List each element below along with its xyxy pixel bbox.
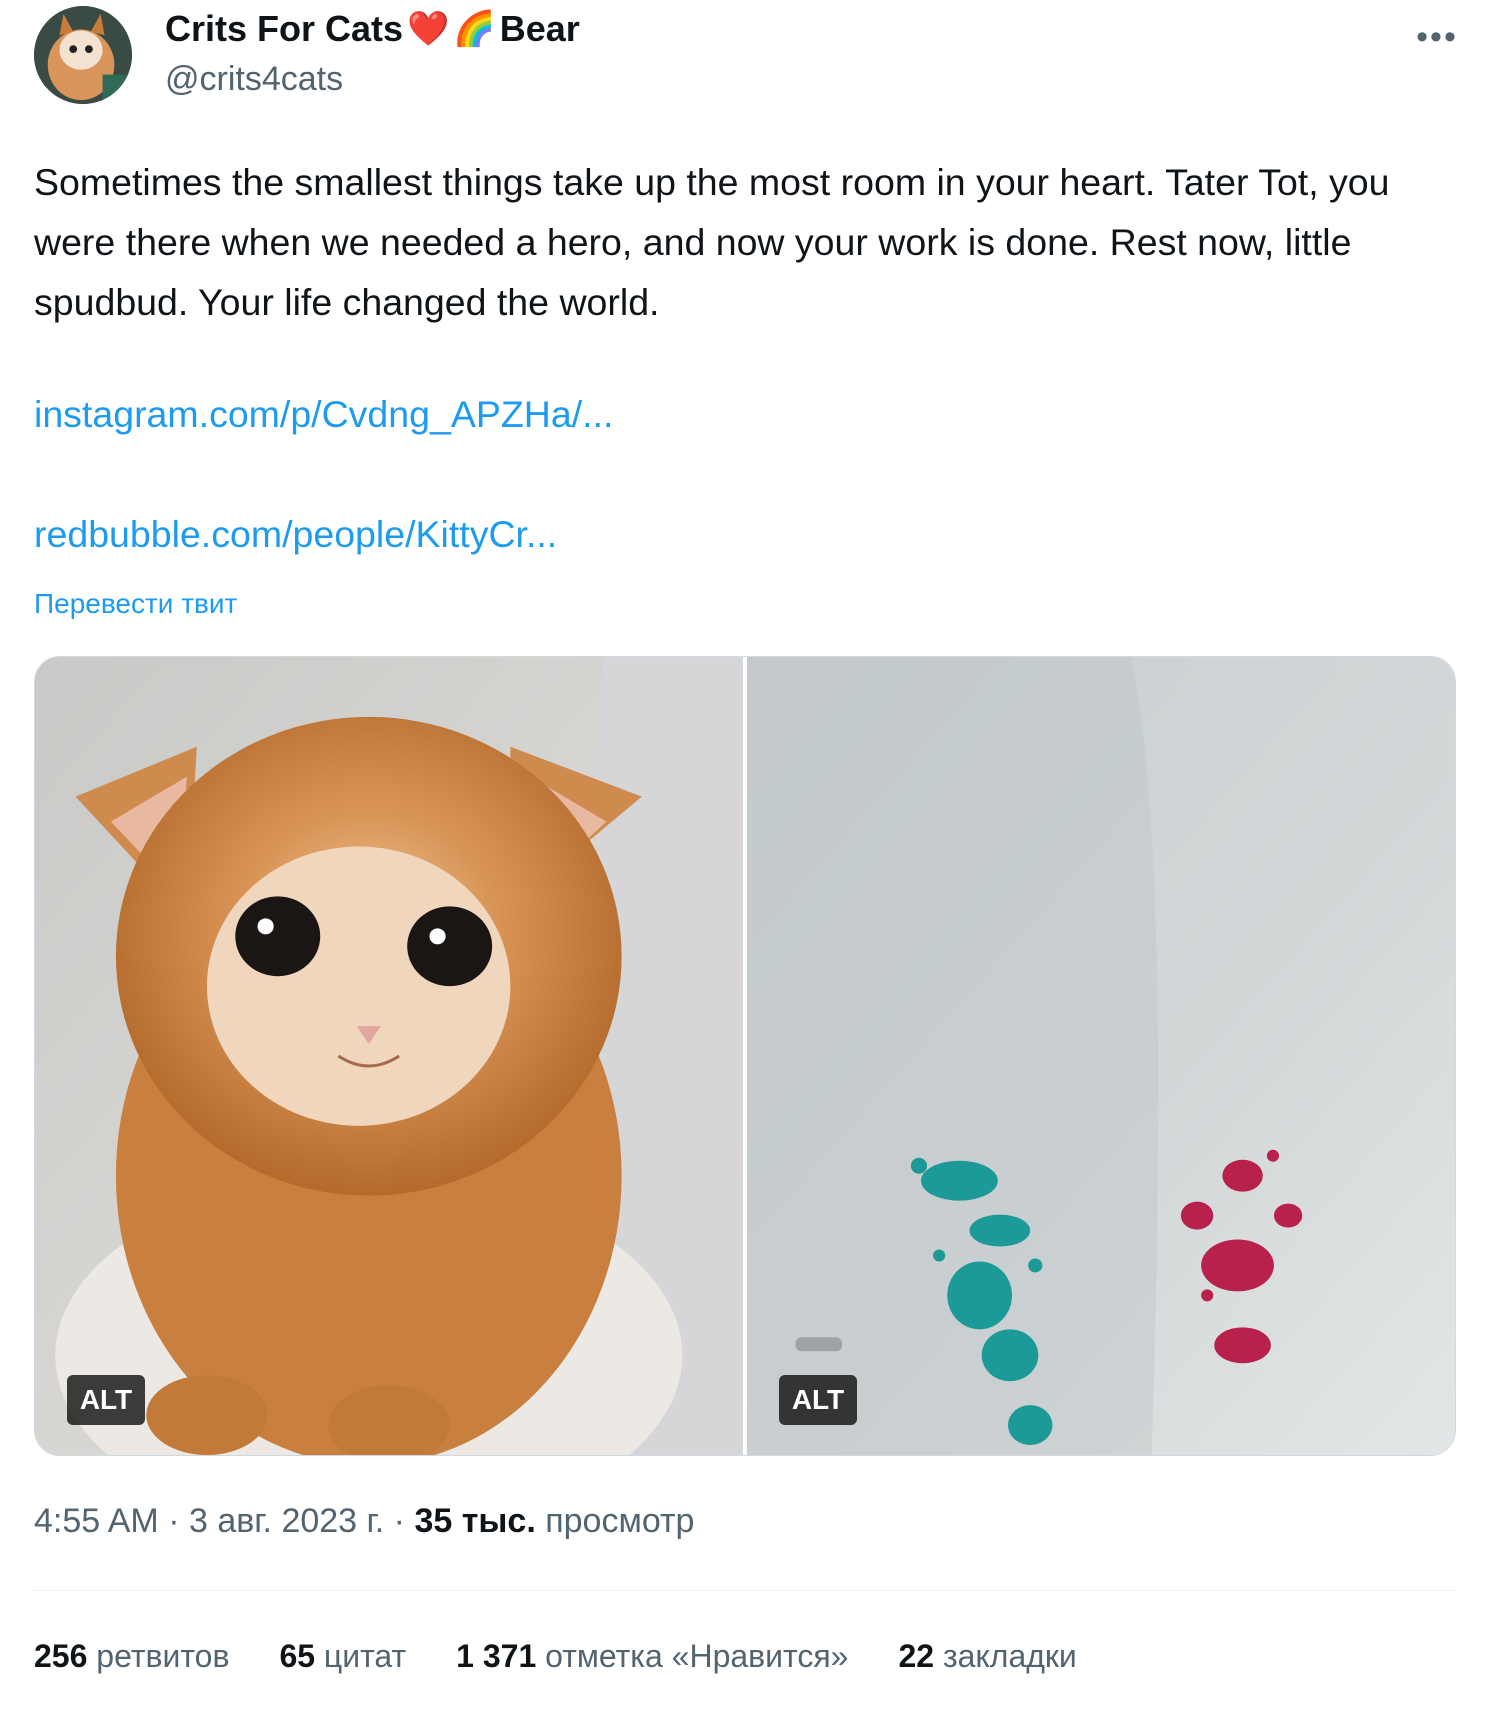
tweet-time[interactable]: 4:55 AM [34,1502,159,1540]
pawprint-photo-image [747,657,1455,1455]
bookmarks-label: закладки [942,1638,1077,1674]
redbubble-link[interactable]: redbubble.com/people/KittyCr... [34,513,557,556]
avatar-kitten-image [34,6,132,104]
views-label: просмотр [545,1502,695,1540]
tweet: Crits For Cats ❤️ 🌈 Bear @crits4cats •••… [0,0,1500,1720]
tweet-date[interactable]: 3 авг. 2023 г. [189,1502,384,1540]
heart-icon: ❤️ [407,10,450,48]
divider [34,1590,1456,1591]
engagement-stats: 256 ретвитов 65 цитат 1 371 отметка «Нра… [34,1638,1077,1675]
bookmarks-count: 22 [898,1638,935,1674]
rainbow-icon: 🌈 [453,10,496,48]
quotes-label: цитат [323,1638,407,1674]
user-handle[interactable]: @crits4cats [165,60,343,99]
avatar[interactable] [34,6,132,104]
likes-stat[interactable]: 1 371 отметка «Нравится» [456,1638,848,1675]
retweets-label: ретвитов [96,1638,230,1674]
meta-separator-2: · [384,1502,415,1540]
media-gallery: ALT ALT [34,656,1456,1456]
tweet-meta: 4:55 AM · 3 авг. 2023 г. · 35 тыс. просм… [34,1502,694,1541]
meta-separator: · [158,1502,189,1540]
instagram-link[interactable]: instagram.com/p/Cvdng_APZHa/... [34,393,613,436]
bookmarks-stat[interactable]: 22 закладки [898,1638,1076,1675]
retweets-stat[interactable]: 256 ретвитов [34,1638,229,1675]
translate-tweet-link[interactable]: Перевести твит [34,588,237,620]
quotes-stat[interactable]: 65 цитат [279,1638,406,1675]
alt-badge-2[interactable]: ALT [779,1375,857,1425]
display-name-text: Crits For Cats [165,8,404,49]
display-name-suffix: Bear [499,8,580,49]
tweet-text: Sometimes the smallest things take up th… [34,161,1390,323]
views-count: 35 тыс. [414,1502,536,1540]
likes-label: отметка «Нравится» [545,1638,849,1674]
retweets-count: 256 [34,1638,88,1674]
kitten-photo[interactable]: ALT [35,657,743,1455]
kitten-photo-image [35,657,743,1455]
quotes-count: 65 [279,1638,316,1674]
alt-badge-1[interactable]: ALT [67,1375,145,1425]
more-dots-icon[interactable]: ••• [1412,18,1462,56]
display-name[interactable]: Crits For Cats ❤️ 🌈 Bear [165,8,580,50]
likes-count: 1 371 [456,1638,537,1674]
pawprint-photo[interactable]: ALT [747,657,1455,1455]
